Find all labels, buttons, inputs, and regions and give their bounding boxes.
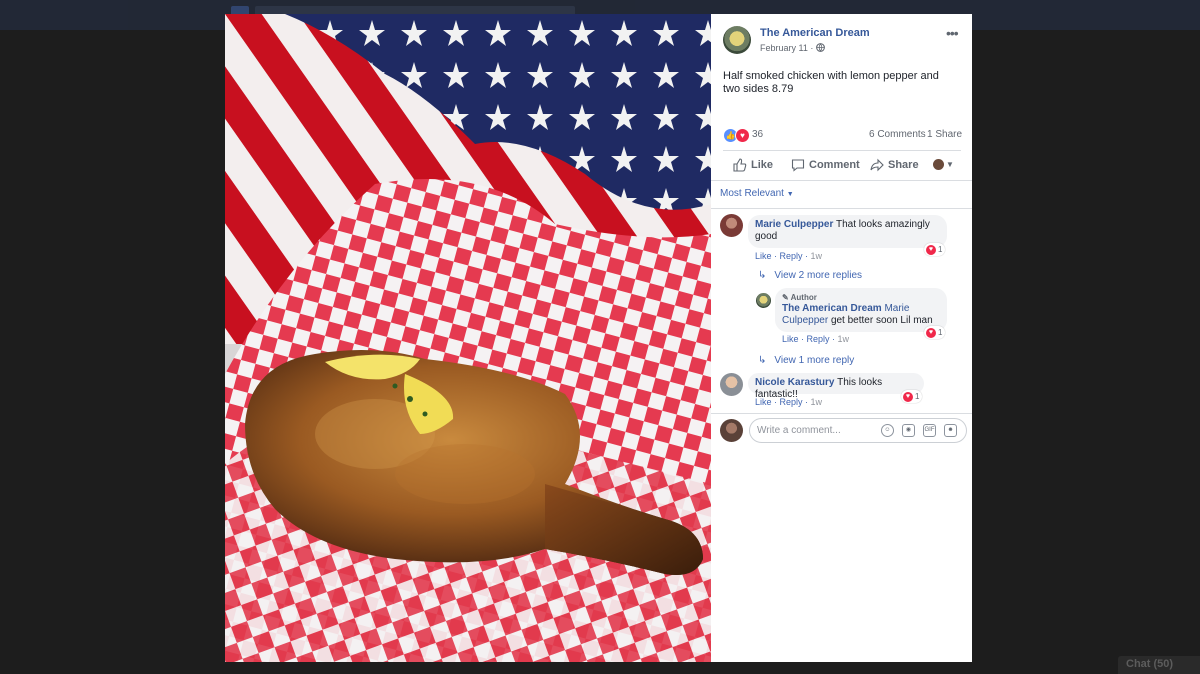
emoji-icon[interactable]: ☺: [881, 424, 894, 437]
reply-arrow-icon: ↳: [758, 355, 767, 366]
comment-reply-link[interactable]: Reply: [780, 251, 803, 261]
comment-reaction-badge[interactable]: ♥ 1: [901, 390, 923, 403]
comment-reply-link[interactable]: Reply: [780, 397, 803, 407]
reply-avatar[interactable]: [756, 293, 771, 308]
love-reaction-icon: ♥: [735, 128, 750, 143]
comment-time[interactable]: 1w: [811, 251, 823, 261]
post-text: Half smoked chicken with lemon pepper an…: [723, 70, 939, 95]
comment-like-link[interactable]: Like: [755, 251, 772, 261]
pencil-icon: ✎: [782, 293, 789, 302]
commenter-avatar[interactable]: [720, 373, 743, 396]
chevron-down-icon: ▼: [946, 160, 954, 169]
author-badge: ✎ Author: [782, 292, 939, 303]
comment-meta: Like · Reply · 1w: [755, 251, 823, 261]
commenter-avatar[interactable]: [720, 214, 743, 237]
comment-author[interactable]: Marie Culpepper: [755, 219, 833, 230]
view-more-replies-label: View 1 more reply: [774, 355, 855, 366]
comment-reaction-count: 1: [915, 392, 920, 401]
comment-author[interactable]: Nicole Karastury: [755, 377, 834, 388]
reply-author[interactable]: The American Dream: [782, 303, 882, 314]
sort-dropdown[interactable]: Most Relevant ▼: [720, 188, 794, 199]
reply-text: get better soon Lil man: [830, 315, 933, 326]
divider: [711, 208, 972, 209]
heart-icon: ♥: [926, 244, 936, 255]
share-button-label: Share: [888, 159, 919, 171]
share-icon: [870, 158, 884, 172]
chicken-photo-image: [225, 14, 711, 662]
reply-meta: Like · Reply · 1w: [782, 334, 850, 344]
sticker-icon[interactable]: ☻: [944, 424, 957, 437]
comment-meta: Like · Reply · 1w: [755, 397, 823, 407]
gif-icon[interactable]: GIF: [923, 424, 936, 437]
post-date[interactable]: February 11 ·: [760, 43, 825, 53]
post-as-selector[interactable]: ▼: [933, 159, 954, 170]
shares-count[interactable]: 1 Share: [927, 129, 962, 140]
page-avatar[interactable]: [723, 26, 751, 54]
divider: [723, 150, 961, 151]
comment-button-label: Comment: [809, 159, 860, 171]
view-more-replies-label: View 2 more replies: [774, 270, 863, 281]
comments-count[interactable]: 6 Comments: [869, 129, 926, 140]
reply-like-link[interactable]: Like: [782, 334, 799, 344]
chat-tab[interactable]: Chat (50): [1118, 656, 1200, 674]
camera-icon[interactable]: ◉: [902, 424, 915, 437]
divider: [711, 180, 972, 181]
divider: [711, 413, 972, 414]
reply-bubble: ✎ Author The American Dream Marie Culpep…: [775, 288, 947, 332]
sort-label: Most Relevant: [720, 188, 784, 199]
post-photo[interactable]: [225, 14, 711, 662]
caret-down-icon: ▼: [786, 191, 794, 198]
more-options-icon[interactable]: •••: [946, 25, 959, 41]
author-badge-label: Author: [790, 293, 817, 302]
comment-reaction-count: 1: [938, 245, 943, 254]
heart-icon: ♥: [926, 327, 936, 338]
current-user-avatar[interactable]: [720, 419, 743, 442]
like-button-label: Like: [751, 159, 774, 171]
view-more-replies[interactable]: ↳ View 2 more replies: [758, 270, 862, 281]
composer-icons: ☺ ◉ GIF ☻: [881, 424, 957, 437]
reply-reply-link[interactable]: Reply: [807, 334, 830, 344]
reaction-count[interactable]: 36: [752, 129, 763, 140]
globe-icon: [815, 43, 825, 52]
page-name-link[interactable]: The American Dream: [760, 27, 870, 39]
comment-button[interactable]: Comment: [791, 158, 860, 172]
reply-reaction-badge[interactable]: ♥ 1: [924, 326, 946, 339]
post-side-panel: The American Dream February 11 · ••• Hal…: [711, 14, 972, 662]
reply-reaction-count: 1: [938, 328, 943, 337]
comment-time[interactable]: 1w: [811, 397, 823, 407]
reply-arrow-icon: ↳: [758, 270, 767, 281]
share-button[interactable]: Share: [870, 158, 919, 172]
like-button[interactable]: Like: [733, 158, 773, 172]
comment-reaction-badge[interactable]: ♥ 1: [924, 243, 946, 256]
comment-input-placeholder: Write a comment...: [757, 425, 841, 436]
reply-time[interactable]: 1w: [838, 334, 850, 344]
user-avatar: [933, 159, 944, 170]
heart-icon: ♥: [903, 391, 913, 402]
comment-icon: [791, 159, 805, 172]
comment-bubble: Marie Culpepper That looks amazingly goo…: [748, 215, 947, 248]
thumbs-up-icon: [733, 158, 747, 172]
view-more-replies[interactable]: ↳ View 1 more reply: [758, 355, 854, 366]
comment-like-link[interactable]: Like: [755, 397, 772, 407]
comment-bubble: Nicole Karastury This looks fantastic!!: [748, 373, 924, 400]
post-date-text: February 11: [760, 43, 808, 53]
